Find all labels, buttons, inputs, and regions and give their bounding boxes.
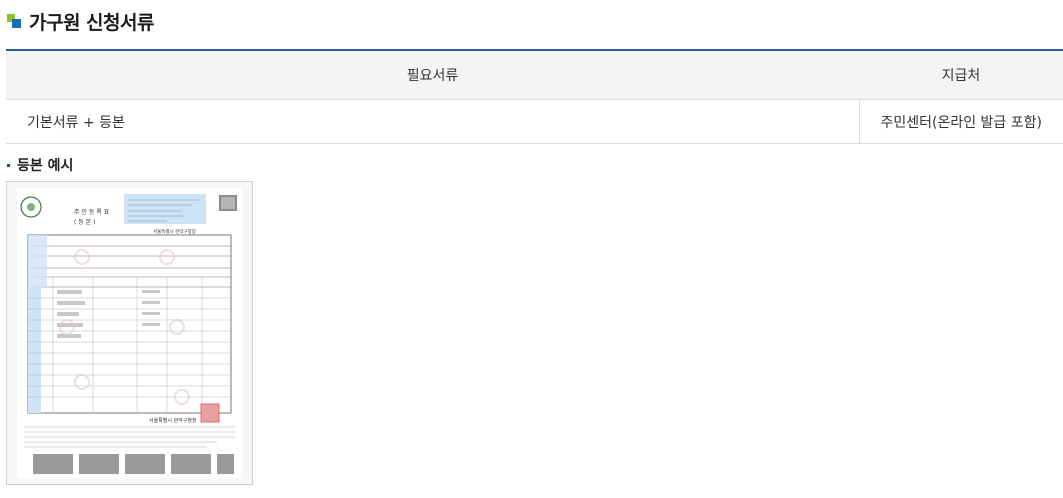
issuer-cell: 주민센터(온라인 발급 포함) bbox=[858, 99, 1063, 144]
page-title: 가구원 신청서류 bbox=[29, 11, 154, 34]
doc-subheading: ( 등 본 ) bbox=[74, 219, 95, 226]
table-header-row: 필요서류 지급처 bbox=[6, 49, 1063, 100]
page-header: 가구원 신청서류 bbox=[7, 8, 154, 34]
example-title: 등본 예시 bbox=[17, 158, 74, 174]
doc-heading: 주 민 등 록 표 bbox=[74, 208, 110, 216]
column-header-documents: 필요서류 bbox=[6, 49, 859, 100]
required-documents-table: 필요서류 지급처 기본서류 + 등본 주민센터(온라인 발급 포함) bbox=[6, 49, 1063, 144]
official-stamp-icon bbox=[200, 403, 220, 423]
resident-register-sample-image[interactable]: 주 민 등 록 표 ( 등 본 ) 서울특별시 관악구청장 서울특별시 관악구청… bbox=[6, 181, 253, 485]
table-row: 기본서류 + 등본 주민센터(온라인 발급 포함) bbox=[6, 99, 1063, 144]
column-header-issuer: 지급처 bbox=[859, 49, 1063, 100]
bullet-icon bbox=[7, 163, 10, 167]
sample-document-svg: 주 민 등 록 표 ( 등 본 ) 서울특별시 관악구청장 서울특별시 관악구청… bbox=[7, 182, 252, 484]
document-cell: 기본서류 + 등본 bbox=[6, 99, 859, 144]
doc-office-footer: 서울특별시 관악구청장 bbox=[149, 417, 197, 424]
example-section-header: 등본 예시 bbox=[7, 155, 73, 175]
doc-office-header: 서울특별시 관악구청장 bbox=[153, 228, 196, 235]
section-bullet-icon bbox=[7, 14, 21, 28]
